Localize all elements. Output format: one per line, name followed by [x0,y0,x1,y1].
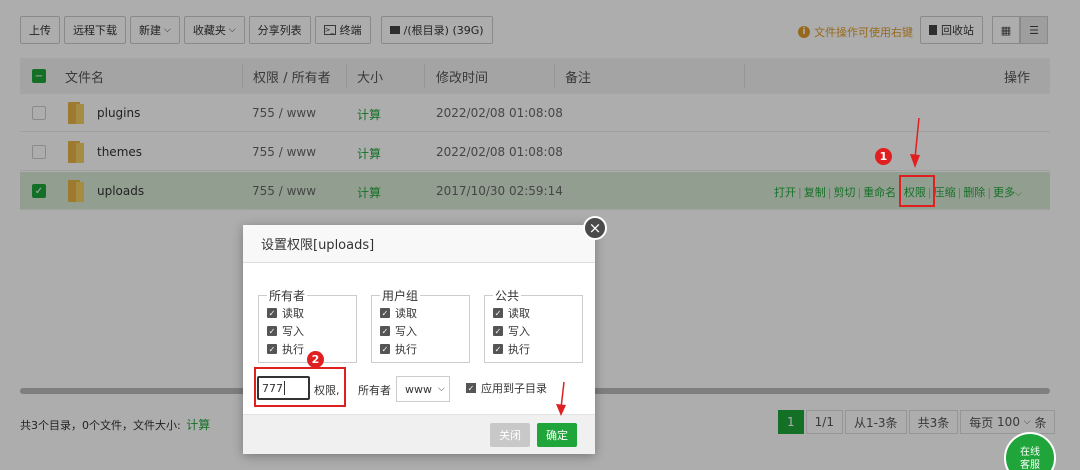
dialog-close-icon[interactable]: × [583,216,607,240]
annotation-arrow-icon [910,118,920,168]
confirm-button[interactable]: 确定 [537,423,577,447]
chevron-down-icon: ⌵ [438,384,445,394]
owner-select[interactable]: www ⌵ [396,376,450,402]
apply-subdirs-checkbox[interactable]: ✓ 应用到子目录 [466,380,547,396]
checkbox-checked-icon: ✓ [380,308,390,318]
checkbox-checked-icon: ✓ [380,326,390,336]
checkbox-checked-icon: ✓ [493,326,503,336]
checkbox-checked-icon: ✓ [493,308,503,318]
owner-permission-group: 所有者 ✓ 读取 ✓ 写入 ✓ 执行 [258,287,357,363]
checkbox-checked-icon: ✓ [466,383,476,393]
annotation-badge-1: 1 [875,148,892,165]
dialog-footer: 关闭 确定 [243,414,595,454]
checkbox-checked-icon: ✓ [267,326,277,336]
annotation-highlight-input [254,367,346,407]
group-read-checkbox[interactable]: ✓ 读取 [380,304,469,322]
checkbox-checked-icon: ✓ [267,308,277,318]
group-write-checkbox[interactable]: ✓ 写入 [380,322,469,340]
public-exec-checkbox[interactable]: ✓ 执行 [493,340,582,358]
public-write-checkbox[interactable]: ✓ 写入 [493,322,582,340]
public-permission-group: 公共 ✓ 读取 ✓ 写入 ✓ 执行 [484,287,583,363]
checkbox-checked-icon: ✓ [380,344,390,354]
annotation-highlight-permission [899,175,935,207]
close-button[interactable]: 关闭 [490,423,530,447]
annotation-arrow-icon [556,382,566,416]
group-permission-group: 用户组 ✓ 读取 ✓ 写入 ✓ 执行 [371,287,470,363]
checkbox-checked-icon: ✓ [493,344,503,354]
checkbox-checked-icon: ✓ [267,344,277,354]
public-read-checkbox[interactable]: ✓ 读取 [493,304,582,322]
permission-dialog: 设置权限[uploads] 所有者 ✓ 读取 ✓ 写入 ✓ 执行 用户组 ✓ 读取 ✓ 写… [243,225,595,454]
owner-label: 所有者 [358,384,391,397]
annotation-badge-2: 2 [307,351,324,368]
group-exec-checkbox[interactable]: ✓ 执行 [380,340,469,358]
dialog-title: 设置权限[uploads] [243,225,595,263]
owner-write-checkbox[interactable]: ✓ 写入 [267,322,356,340]
owner-read-checkbox[interactable]: ✓ 读取 [267,304,356,322]
